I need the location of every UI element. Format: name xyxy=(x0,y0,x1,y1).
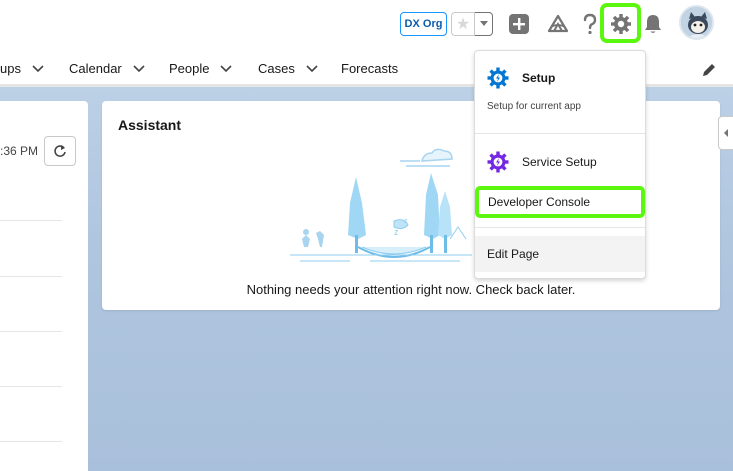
pencil-icon xyxy=(703,63,716,76)
developer-console-label: Developer Console xyxy=(488,195,591,209)
service-setup-label: Service Setup xyxy=(522,155,597,169)
nav-item-label: People xyxy=(169,61,210,76)
bell-icon xyxy=(645,15,661,33)
notifications-button[interactable] xyxy=(641,12,665,36)
nav-item-forecasts[interactable]: Forecasts xyxy=(341,61,398,76)
chevron-down-icon[interactable] xyxy=(31,62,45,76)
list-divider xyxy=(0,220,62,221)
star-icon: ★ xyxy=(455,16,471,33)
refresh-button[interactable] xyxy=(44,136,76,166)
chevron-down-icon xyxy=(479,21,488,26)
list-divider xyxy=(0,276,62,277)
avatar[interactable] xyxy=(679,5,714,40)
add-icon xyxy=(509,14,529,34)
menu-item-service-setup[interactable]: Service Setup xyxy=(475,151,645,173)
trailhead-button[interactable] xyxy=(546,12,570,36)
nav-item-label: Forecasts xyxy=(341,61,399,76)
refresh-icon xyxy=(54,145,66,157)
setup-subtitle: Setup for current app xyxy=(487,101,581,112)
astro-avatar-image xyxy=(681,7,712,38)
menu-item-setup[interactable]: Setup xyxy=(475,67,645,89)
chevron-down-icon[interactable] xyxy=(132,62,146,76)
edit-page-label: Edit Page xyxy=(487,247,540,261)
service-setup-gear-icon xyxy=(487,151,509,173)
utility-panel-toggle[interactable] xyxy=(718,116,733,150)
global-header: DX Org ★ xyxy=(0,0,733,50)
nav-item-calendar[interactable]: Calendar xyxy=(69,61,146,76)
menu-item-edit-page[interactable]: Edit Page xyxy=(475,236,645,272)
favorites-group: ★ xyxy=(451,12,493,36)
menu-divider xyxy=(475,227,645,228)
setup-gear-icon xyxy=(487,67,509,89)
list-divider xyxy=(0,331,62,332)
setup-menu: Setup Setup for current app Service Setu… xyxy=(474,50,646,279)
nav-item-people[interactable]: People xyxy=(169,61,233,76)
gear-icon xyxy=(611,14,631,34)
help-button[interactable] xyxy=(578,12,602,36)
chevron-left-icon xyxy=(724,129,728,137)
help-icon xyxy=(583,13,597,35)
menu-divider xyxy=(475,133,645,134)
setup-gear-button[interactable] xyxy=(609,12,633,36)
assistant-title: Assistant xyxy=(118,117,182,133)
edit-nav-button[interactable] xyxy=(700,61,718,79)
svg-text:z: z xyxy=(394,227,399,237)
favorites-menu-button[interactable] xyxy=(475,12,493,36)
nav-item-groups[interactable]: ups xyxy=(0,61,45,76)
org-badge[interactable]: DX Org xyxy=(400,12,447,36)
setup-label: Setup xyxy=(522,71,556,85)
chevron-down-icon[interactable] xyxy=(219,62,233,76)
trailhead-icon xyxy=(547,14,569,33)
nav-item-label: Calendar xyxy=(69,61,122,76)
nav-item-label: ups xyxy=(0,61,21,76)
menu-item-developer-console[interactable]: Developer Console xyxy=(475,186,645,218)
last-refreshed-time: :36 PM xyxy=(0,144,39,158)
svg-text:z: z xyxy=(404,218,408,225)
chevron-down-icon[interactable] xyxy=(305,62,319,76)
favorites-star-button[interactable]: ★ xyxy=(451,12,475,36)
list-divider xyxy=(0,386,62,387)
assistant-empty-message: Nothing needs your attention right now. … xyxy=(246,282,576,297)
list-divider xyxy=(0,441,62,442)
empty-state-illustration: z z xyxy=(290,148,472,262)
global-actions-button[interactable] xyxy=(507,12,531,36)
nav-item-label: Cases xyxy=(258,61,295,76)
nav-item-cases[interactable]: Cases xyxy=(258,61,319,76)
